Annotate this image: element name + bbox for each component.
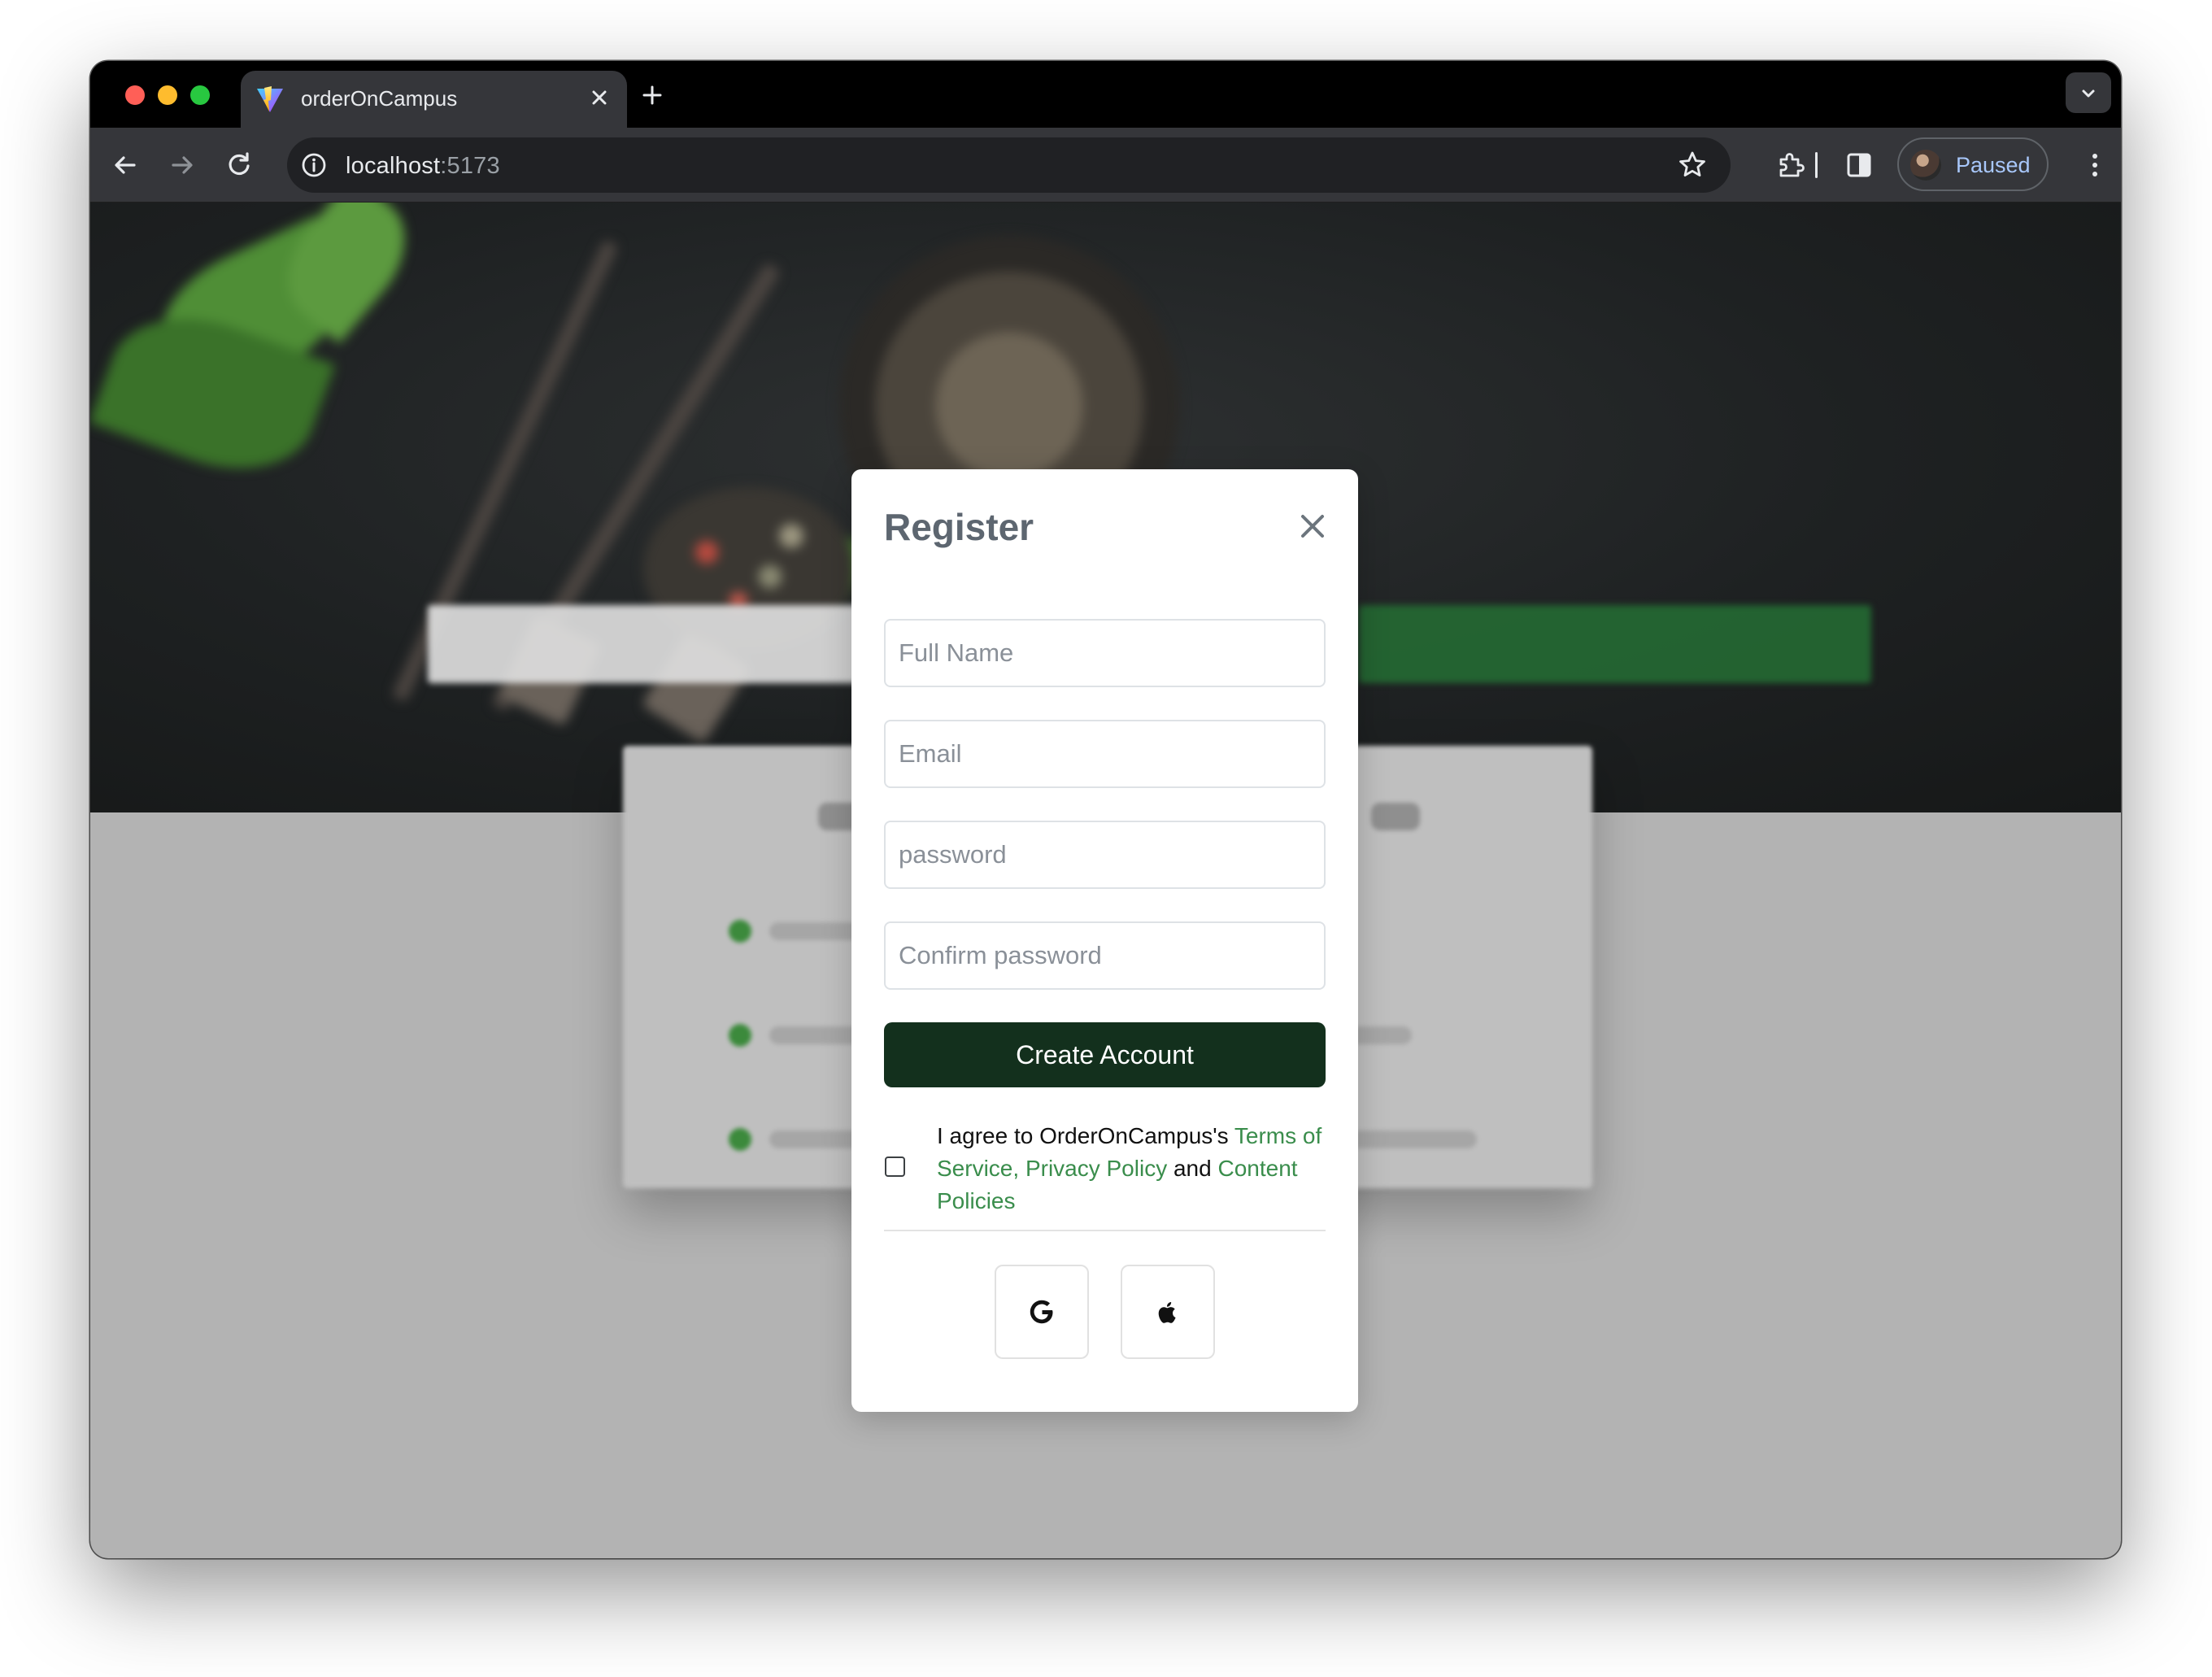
privacy-policy-link[interactable]: Privacy Policy	[1025, 1156, 1167, 1181]
close-window-button[interactable]	[125, 85, 145, 105]
address-bar[interactable]: localhost:5173	[287, 137, 1731, 193]
tab-title: orderOnCampus	[301, 86, 458, 111]
create-account-button[interactable]: Create Account	[884, 1022, 1326, 1087]
agreement-text: I agree to OrderOnCampus's Terms of Serv…	[937, 1123, 1322, 1213]
tab-search-button[interactable]	[2066, 72, 2111, 113]
reload-icon[interactable]	[224, 150, 255, 181]
side-panel-icon[interactable]	[1844, 150, 1875, 181]
back-arrow-icon[interactable]	[110, 150, 141, 181]
google-signin-button[interactable]	[995, 1265, 1089, 1359]
minimize-window-button[interactable]	[158, 85, 177, 105]
apple-signin-button[interactable]	[1121, 1265, 1215, 1359]
agree-checkbox[interactable]	[885, 1156, 905, 1177]
email-input[interactable]	[884, 720, 1326, 788]
modal-title: Register	[884, 506, 1034, 548]
browser-toolbar: localhost:5173 Paused	[90, 128, 2121, 203]
site-info-icon[interactable]	[300, 151, 328, 179]
background-login-button	[428, 605, 883, 683]
apple-icon	[1158, 1302, 1176, 1323]
background-register-button	[1359, 605, 1871, 683]
tab-strip: orderOnCampus	[90, 61, 2121, 128]
maximize-window-button[interactable]	[190, 85, 210, 105]
register-modal: Register Create Account I agree to Order…	[851, 469, 1358, 1412]
tab-close-icon[interactable]	[586, 85, 612, 111]
new-tab-icon[interactable]	[638, 81, 667, 110]
extensions-puzzle-icon[interactable]	[1775, 150, 1806, 181]
confirm-password-input[interactable]	[884, 921, 1326, 990]
password-input[interactable]	[884, 821, 1326, 889]
forward-arrow-icon[interactable]	[167, 150, 198, 181]
full-name-input[interactable]	[884, 619, 1326, 687]
chevron-down-icon	[2082, 89, 2095, 98]
page-content: Register Create Account I agree to Order…	[90, 203, 2121, 1558]
vite-logo-icon	[257, 86, 283, 112]
modal-divider	[884, 1230, 1326, 1231]
browser-tab[interactable]: orderOnCampus	[241, 71, 627, 128]
close-icon[interactable]	[1298, 512, 1327, 541]
toolbar-separator	[1815, 152, 1818, 178]
profile-button[interactable]: Paused	[1897, 137, 2049, 191]
url-text: localhost:5173	[346, 153, 500, 179]
google-icon	[1030, 1300, 1053, 1324]
profile-status: Paused	[1956, 153, 2031, 177]
more-menu-icon[interactable]	[2079, 150, 2110, 181]
browser-window: orderOnCampus localhost:5173 Paused Regi…	[90, 61, 2121, 1558]
bookmark-star-icon[interactable]	[1677, 150, 1708, 181]
avatar	[1910, 150, 1941, 181]
